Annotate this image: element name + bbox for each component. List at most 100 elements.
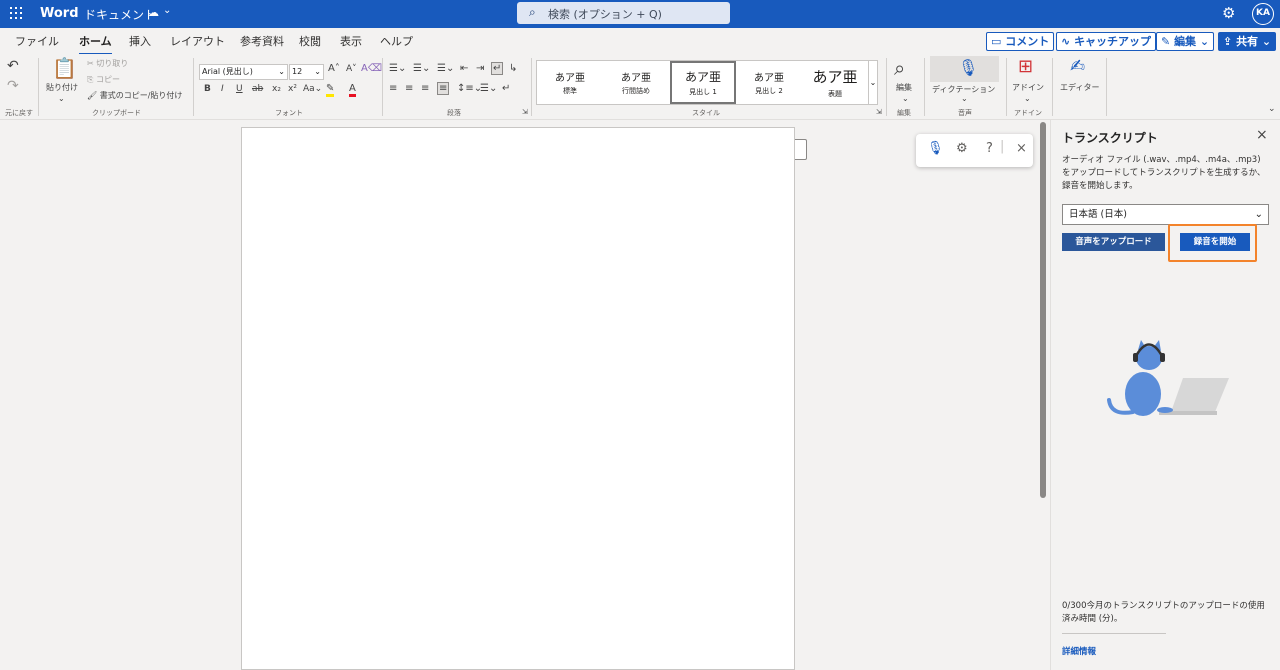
tab-help[interactable]: ヘルプ xyxy=(380,33,413,49)
shrink-font-icon[interactable]: A˅ xyxy=(346,64,357,74)
catchup-label: キャッチアップ xyxy=(1074,35,1152,48)
close-icon[interactable]: × xyxy=(1016,141,1027,156)
details-link[interactable]: 詳細情報 xyxy=(1062,645,1096,657)
justify-icon[interactable]: ≡ xyxy=(437,82,450,95)
tab-references[interactable]: 参考資料 xyxy=(240,33,284,49)
style-preview: あア亜 xyxy=(812,68,858,86)
redo-icon[interactable]: ↷ xyxy=(7,78,19,94)
style-title[interactable]: あア亜 表題 xyxy=(802,61,868,104)
close-icon[interactable]: × xyxy=(1256,127,1268,143)
rtl-icon[interactable]: ↳ xyxy=(509,63,517,74)
style-preview: あア亜 xyxy=(684,70,721,84)
dialog-launcher-icon[interactable]: ⇲ xyxy=(876,108,882,116)
style-heading-1[interactable]: あア亜 見出し 1 xyxy=(670,61,736,104)
chevron-down-icon: ⌄ xyxy=(314,67,321,76)
bold-icon[interactable]: B xyxy=(204,84,211,94)
styles-expand-button[interactable]: ⌄ xyxy=(868,60,878,105)
cloud-save-icon[interactable]: ☁ xyxy=(148,6,159,19)
line-spacing-icon[interactable]: ↕≡⌄ xyxy=(457,83,482,94)
chevron-down-icon: ⌄ xyxy=(278,67,285,76)
bullets-icon[interactable]: ☰⌄ xyxy=(389,63,406,74)
find-search-icon[interactable]: ⌕ xyxy=(894,56,905,80)
grow-font-icon[interactable]: A˄ xyxy=(328,63,340,74)
align-right-icon[interactable]: ≡ xyxy=(421,83,429,94)
tab-file[interactable]: ファイル xyxy=(15,33,59,49)
chevron-down-icon[interactable]: ⌄ xyxy=(961,94,968,103)
italic-icon[interactable]: I xyxy=(221,84,224,94)
start-recording-button[interactable]: 録音を開始 xyxy=(1180,233,1250,251)
chevron-down-icon[interactable]: ⌄ xyxy=(163,5,171,16)
shading-icon[interactable]: ☰⌄ xyxy=(480,83,497,94)
editor-pen-icon[interactable]: ✍ xyxy=(1070,56,1085,77)
style-heading-2[interactable]: あア亜 見出し 2 xyxy=(736,61,802,104)
font-size-select[interactable]: 12 ⌄ xyxy=(289,64,324,80)
style-no-spacing[interactable]: あア亜 行間詰め xyxy=(603,61,669,104)
app-name[interactable]: Word xyxy=(40,6,79,21)
dictation-button[interactable]: 🎙 xyxy=(930,56,999,82)
search-input[interactable]: ⌕ 検索 (オプション + Q) xyxy=(517,2,730,24)
catchup-button[interactable]: ∿ キャッチアップ xyxy=(1056,32,1157,51)
font-group-label: フォント xyxy=(275,109,303,117)
subscript-icon[interactable]: x₂ xyxy=(272,84,281,94)
increase-indent-icon[interactable]: ⇥ xyxy=(476,63,484,74)
numbering-icon[interactable]: ☰⌄ xyxy=(413,63,430,74)
decrease-indent-icon[interactable]: ⇤ xyxy=(460,63,468,74)
undo-icon[interactable]: ↶ xyxy=(7,58,19,74)
document-page[interactable] xyxy=(241,127,795,670)
microphone-icon[interactable]: 🎙 xyxy=(927,141,944,156)
comment-button[interactable]: ▭ コメント xyxy=(986,32,1055,51)
undo-group-label: 元に戻す xyxy=(5,109,33,117)
help-icon[interactable]: ? xyxy=(986,141,993,156)
share-button[interactable]: ⇪ 共有 ⌄ xyxy=(1218,32,1277,51)
text-direction-icon[interactable]: ↵ xyxy=(491,62,504,75)
language-select[interactable]: 日本語 (日本) ⌄ xyxy=(1062,204,1269,225)
tab-layout[interactable]: レイアウト xyxy=(170,33,225,49)
app-launcher-icon[interactable] xyxy=(10,7,22,19)
copy-button[interactable]: ⎘ コピー xyxy=(87,74,120,85)
editor-label[interactable]: エディター xyxy=(1060,82,1099,93)
tab-review[interactable]: 校閲 xyxy=(299,33,321,49)
edit-label[interactable]: 編集 xyxy=(896,82,912,93)
tab-home[interactable]: ホーム xyxy=(79,33,112,55)
divider xyxy=(531,58,532,116)
highlight-icon[interactable]: ✎ xyxy=(326,83,335,97)
chevron-down-icon[interactable]: ⌄ xyxy=(58,94,65,103)
addins-icon[interactable]: ⊞ xyxy=(1018,56,1033,77)
paragraph-mark-icon[interactable]: ↵ xyxy=(502,83,510,94)
document-name[interactable]: ドキュメント xyxy=(84,6,156,23)
tab-insert[interactable]: 挿入 xyxy=(129,33,151,49)
settings-gear-icon[interactable]: ⚙ xyxy=(1222,4,1235,22)
cut-button[interactable]: ✂ 切り取り xyxy=(87,58,128,69)
transcript-pane: トランスクリプト × オーディオ ファイル (.wav、.mp4、.m4a、.m… xyxy=(1050,120,1280,670)
pane-title: トランスクリプト xyxy=(1062,131,1158,145)
underline-icon[interactable]: U xyxy=(236,84,243,94)
ribbon: ↶ ↷ 元に戻す 📋 貼り付け ⌄ ✂ 切り取り ⎘ コピー 🖌 書式のコピー/… xyxy=(0,54,1280,120)
addins-label[interactable]: アドイン xyxy=(1012,82,1044,93)
vertical-scrollbar[interactable] xyxy=(1040,122,1046,498)
dialog-launcher-icon[interactable]: ⇲ xyxy=(522,108,528,116)
pencil-icon: ✎ xyxy=(1161,35,1171,48)
multilevel-icon[interactable]: ☰⌄ xyxy=(437,63,454,74)
superscript-icon[interactable]: x² xyxy=(288,84,297,94)
align-left-icon[interactable]: ≡ xyxy=(389,83,397,94)
ribbon-collapse-chevron-icon[interactable]: ⌄ xyxy=(1268,104,1276,114)
paste-label[interactable]: 貼り付け xyxy=(46,82,78,93)
clipboard-group-label: クリップボード xyxy=(92,109,141,117)
paste-icon[interactable]: 📋 xyxy=(52,56,77,80)
clear-format-icon[interactable]: A⌫ xyxy=(361,63,382,74)
chevron-down-icon[interactable]: ⌄ xyxy=(902,94,909,103)
edit-mode-button[interactable]: ✎ 編集 ⌄ xyxy=(1156,32,1215,51)
change-case-icon[interactable]: Aa⌄ xyxy=(303,84,322,94)
strikethrough-icon[interactable]: ab xyxy=(252,84,263,94)
tab-view[interactable]: 表示 xyxy=(340,33,362,49)
settings-gear-icon[interactable]: ⚙ xyxy=(956,141,968,156)
style-normal[interactable]: あア亜 標準 xyxy=(537,61,603,104)
upload-audio-button[interactable]: 音声をアップロード xyxy=(1062,233,1165,251)
font-name-select[interactable]: Arial (見出し) ⌄ xyxy=(199,64,288,80)
format-painter-button[interactable]: 🖌 書式のコピー/貼り付け xyxy=(87,90,182,101)
chevron-down-icon[interactable]: ⌄ xyxy=(1024,94,1031,103)
style-name: 見出し 2 xyxy=(755,87,783,95)
avatar[interactable]: KA xyxy=(1252,3,1274,25)
font-color-icon[interactable]: A xyxy=(349,83,356,97)
align-center-icon[interactable]: ≡ xyxy=(405,83,413,94)
